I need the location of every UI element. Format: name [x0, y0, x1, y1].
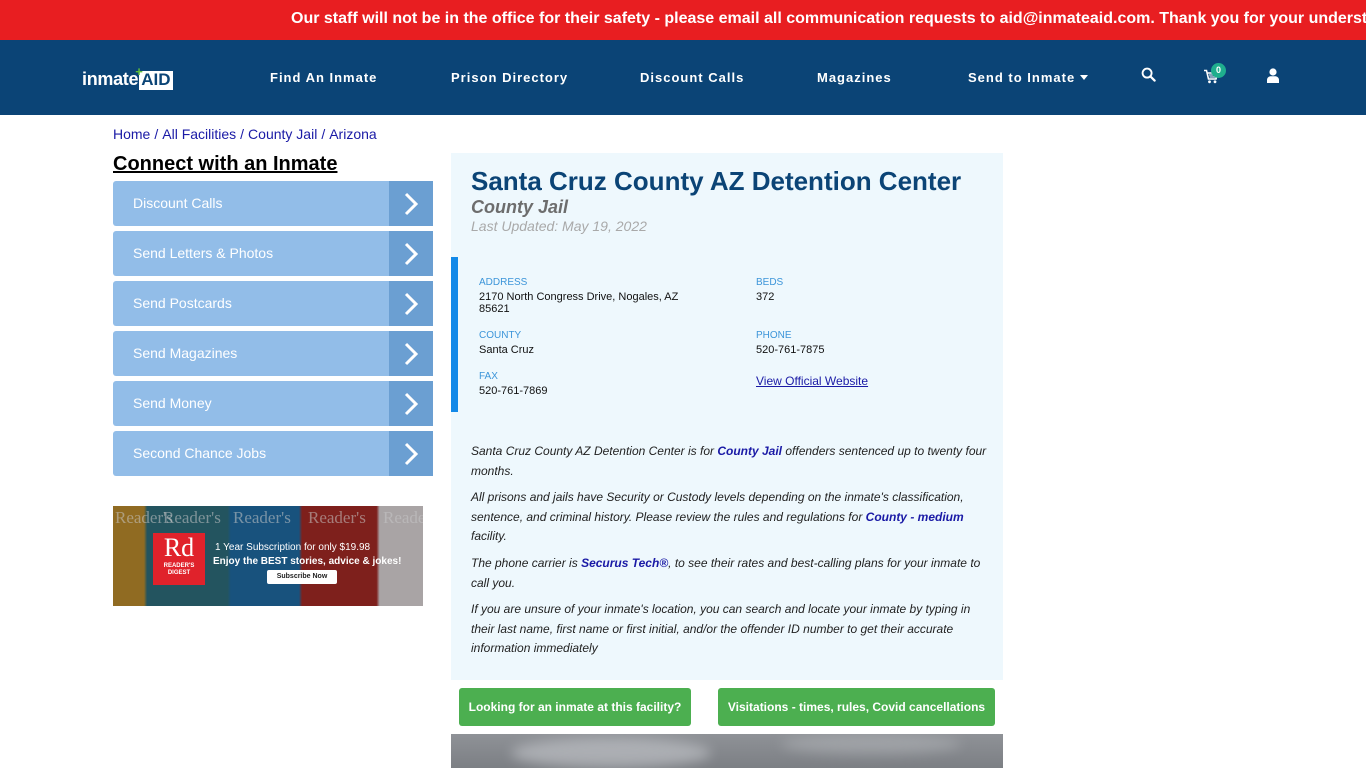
chevron-right-icon: [389, 281, 433, 326]
subscribe-now-button[interactable]: Subscribe Now: [267, 570, 337, 584]
sidebar-item-label: Second Chance Jobs: [133, 445, 267, 461]
sidebar-item-second-chance-jobs[interactable]: Second Chance Jobs: [113, 431, 433, 476]
visitations-button[interactable]: Visitations - times, rules, Covid cancel…: [718, 688, 995, 726]
chevron-right-icon: [389, 181, 433, 226]
phone-value: 520-761-7875: [756, 344, 825, 356]
photo-cloud: [781, 734, 961, 754]
sidebar-item-send-money[interactable]: Send Money: [113, 381, 433, 426]
logo-accent: + AID: [135, 64, 173, 90]
address-line2: 85621: [479, 303, 510, 315]
fax-value: 520-761-7869: [479, 385, 548, 397]
description-paragraph: Santa Cruz County AZ Detention Center is…: [471, 442, 991, 481]
sidebar-item-discount-calls[interactable]: Discount Calls: [113, 181, 433, 226]
logo-accent-text: AID: [141, 70, 171, 89]
facility-panel: Santa Cruz County AZ Detention Center Co…: [451, 153, 1003, 680]
find-inmate-at-facility-button[interactable]: Looking for an inmate at this facility?: [459, 688, 691, 726]
official-website-link[interactable]: View Official Website: [756, 374, 868, 388]
nav-send-to-inmate-label: Send to Inmate: [968, 70, 1076, 85]
county-jail-link[interactable]: County Jail: [717, 444, 782, 458]
security-level-link[interactable]: County - medium: [866, 510, 964, 524]
description-paragraph: All prisons and jails have Security or C…: [471, 488, 991, 547]
readers-digest-ad-banner[interactable]: Reader's Reader's Reader's Reader's Read…: [113, 506, 423, 606]
county-value: Santa Cruz: [479, 344, 535, 356]
breadcrumb: Home / All Facilities / County Jail / Arizona: [113, 126, 377, 142]
nav-magazines[interactable]: Magazines: [817, 70, 892, 85]
search-icon[interactable]: [1141, 67, 1159, 85]
chevron-right-icon: [389, 231, 433, 276]
sidebar-item-label: Send Magazines: [133, 345, 238, 361]
readers-digest-logo: Rd READER'S DIGEST: [153, 533, 205, 585]
beds-label: BEDS: [756, 277, 784, 288]
breadcrumb-separator: /: [154, 126, 159, 142]
description-paragraph: The phone carrier is Securus Tech®, to s…: [471, 554, 991, 593]
alert-banner: Our staff will not be in the office for …: [0, 0, 1366, 40]
breadcrumb-separator: /: [240, 126, 245, 142]
ad-offer-text: 1 Year Subscription for only $19.98: [215, 542, 371, 553]
beds-value: 372: [756, 291, 775, 303]
facility-title: Santa Cruz County AZ Detention Center: [471, 166, 962, 196]
description-paragraph: If you are unsure of your inmate's locat…: [471, 602, 971, 655]
ad-tagline: Enjoy the BEST stories, advice & jokes!: [213, 556, 402, 567]
county-label: COUNTY: [479, 330, 522, 341]
breadcrumb-all-facilities[interactable]: All Facilities: [162, 126, 236, 142]
facility-photo: [451, 734, 1003, 768]
connect-heading: Connect with an Inmate: [113, 153, 338, 175]
phone-label: PHONE: [756, 330, 792, 341]
phone-carrier-link[interactable]: Securus Tech®: [581, 556, 668, 570]
sidebar-item-send-postcards[interactable]: Send Postcards: [113, 281, 433, 326]
nav-discount-calls[interactable]: Discount Calls: [640, 70, 744, 85]
facility-info-box: ADDRESS 2170 North Congress Drive, Nogal…: [451, 257, 1003, 412]
breadcrumb-home[interactable]: Home: [113, 126, 150, 142]
nav-send-to-inmate[interactable]: Send to Inmate: [968, 70, 1089, 85]
nav-find-an-inmate[interactable]: Find An Inmate: [270, 70, 377, 85]
last-updated: Last Updated: May 19, 2022: [471, 218, 647, 234]
inmateaid-logo[interactable]: inmate + AID: [82, 64, 173, 90]
address-line1: 2170 North Congress Drive, Nogales, AZ: [479, 291, 679, 303]
logo-text: inmate: [82, 69, 139, 89]
sidebar-item-label: Send Letters & Photos: [133, 245, 274, 261]
sidebar-item-label: Send Money: [133, 395, 212, 411]
rd-brand-name: READER'S DIGEST: [163, 563, 195, 576]
main-navbar: inmate + AID Find An Inmate Prison Direct…: [0, 40, 1366, 115]
sidebar-item-label: Send Postcards: [133, 295, 232, 311]
chevron-right-icon: [389, 381, 433, 426]
rd-logo-text: Rd: [163, 533, 195, 562]
nav-prison-directory[interactable]: Prison Directory: [451, 70, 568, 85]
sidebar-item-send-magazines[interactable]: Send Magazines: [113, 331, 433, 376]
chevron-right-icon: [389, 431, 433, 476]
alert-text: Our staff will not be in the office for …: [291, 10, 1366, 27]
fax-label: FAX: [479, 371, 498, 382]
breadcrumb-arizona[interactable]: Arizona: [329, 126, 376, 142]
address-label: ADDRESS: [479, 277, 528, 288]
chevron-right-icon: [389, 331, 433, 376]
caret-down-icon: [1080, 75, 1089, 80]
sidebar-item-label: Discount Calls: [133, 195, 223, 211]
photo-cloud: [511, 738, 711, 768]
breadcrumb-county-jail[interactable]: County Jail: [248, 126, 317, 142]
user-icon[interactable]: [1267, 68, 1285, 86]
description-text: The phone carrier is: [471, 556, 582, 570]
sidebar-item-send-letters-photos[interactable]: Send Letters & Photos: [113, 231, 433, 276]
description-text: facility.: [471, 529, 507, 543]
cart-count-badge: 0: [1211, 63, 1226, 78]
description-text: Santa Cruz County AZ Detention Center is…: [471, 444, 718, 458]
breadcrumb-separator: /: [321, 126, 326, 142]
facility-type: County Jail: [471, 197, 569, 217]
plus-icon: +: [135, 64, 143, 79]
